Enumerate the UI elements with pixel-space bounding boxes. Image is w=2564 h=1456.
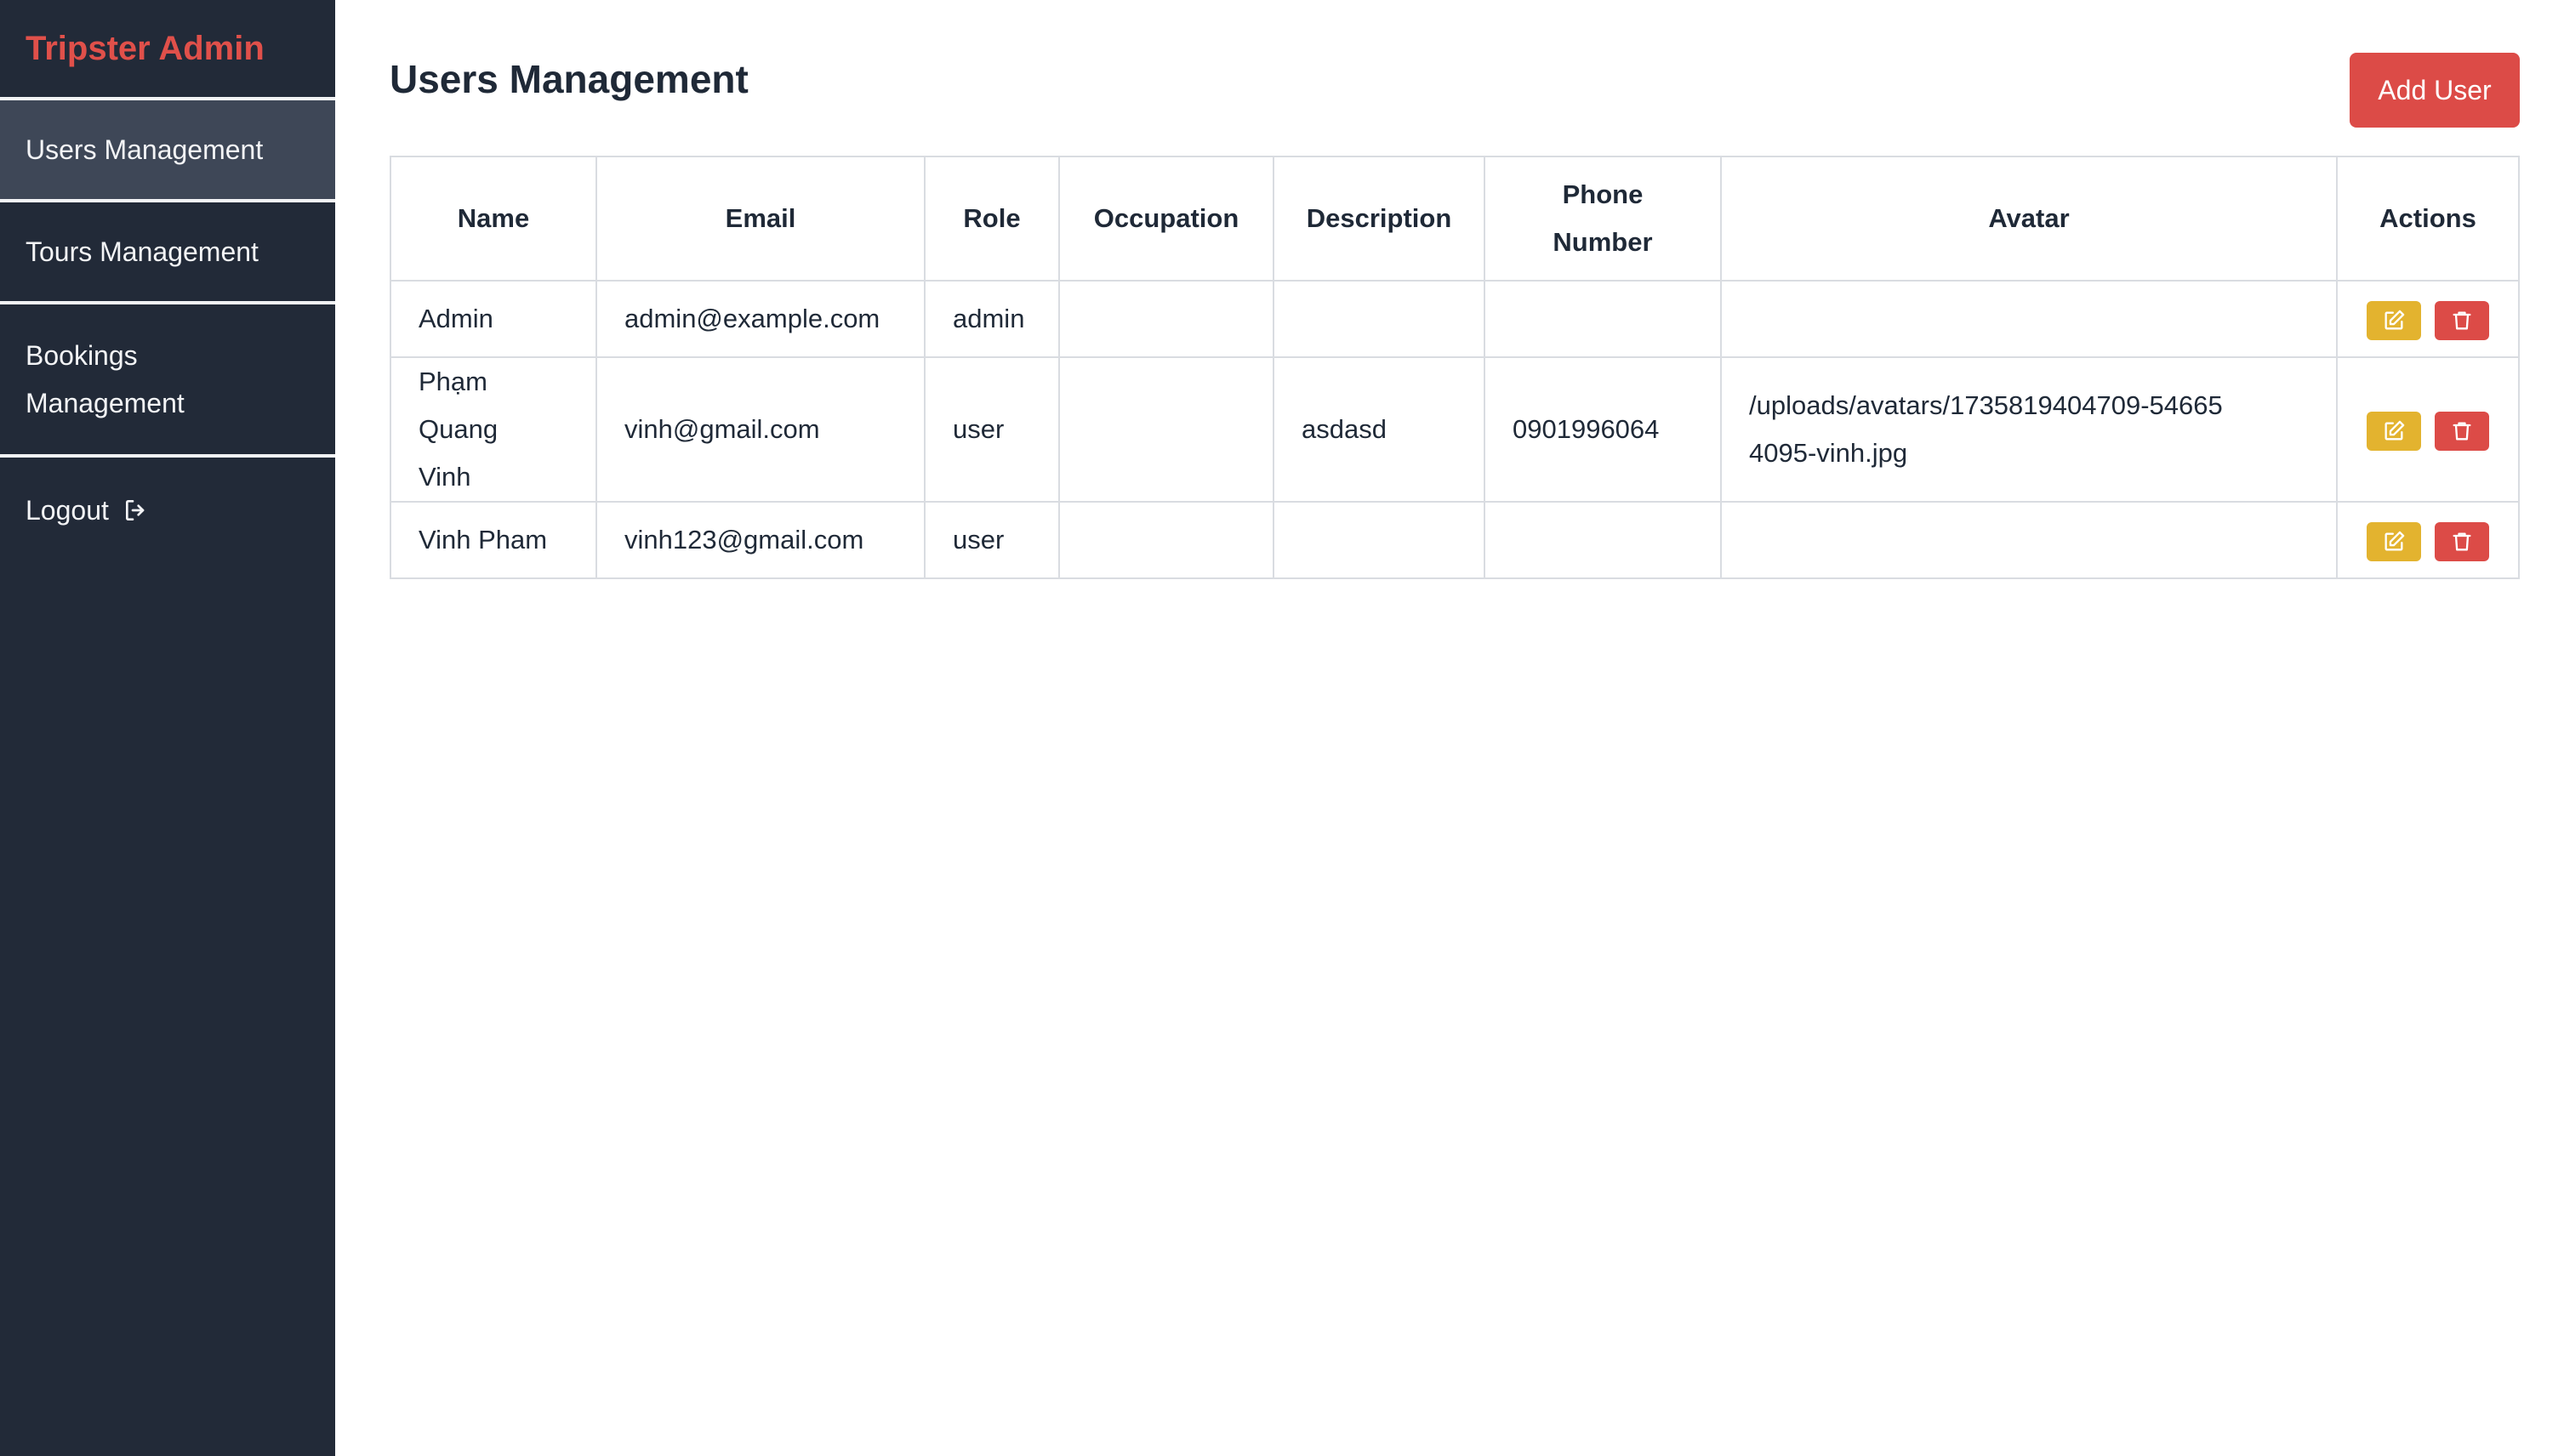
column-header-phone: Phone Number bbox=[1484, 156, 1722, 282]
sidebar-item-tours[interactable]: Tours Management bbox=[0, 202, 335, 304]
delete-button[interactable] bbox=[2435, 411, 2489, 451]
column-header-description: Description bbox=[1273, 156, 1485, 282]
cell-occupation bbox=[1058, 356, 1274, 503]
cell-email: vinh123@gmail.com bbox=[595, 501, 926, 579]
cell-description bbox=[1273, 501, 1485, 579]
delete-button[interactable] bbox=[2435, 521, 2489, 561]
column-header-role: Role bbox=[924, 156, 1060, 282]
column-header-actions: Actions bbox=[2336, 156, 2520, 282]
table-row: Phạm Quang Vinh vinh@gmail.com user asda… bbox=[390, 356, 2520, 503]
table-row: Admin admin@example.com admin bbox=[390, 280, 2520, 358]
cell-description: asdasd bbox=[1273, 356, 1485, 503]
cell-phone: 0901996064 bbox=[1484, 356, 1722, 503]
add-user-button[interactable]: Add User bbox=[2350, 53, 2520, 128]
edit-button[interactable] bbox=[2367, 300, 2421, 340]
cell-avatar bbox=[1720, 501, 2338, 579]
edit-icon bbox=[2385, 420, 2405, 441]
cell-occupation bbox=[1058, 501, 1274, 579]
cell-avatar bbox=[1720, 280, 2338, 358]
cell-phone bbox=[1484, 501, 1722, 579]
column-header-name: Name bbox=[390, 156, 597, 282]
app-root: Tripster Admin Users Management Tours Ma… bbox=[0, 0, 2564, 1456]
trash-icon bbox=[2453, 311, 2471, 330]
sidebar: Tripster Admin Users Management Tours Ma… bbox=[0, 0, 335, 1456]
edit-button[interactable] bbox=[2367, 521, 2421, 561]
cell-role: admin bbox=[924, 280, 1060, 358]
cell-actions bbox=[2336, 501, 2520, 579]
page-header: Users Management Add User bbox=[390, 53, 2520, 156]
brand-title: Tripster Admin bbox=[0, 0, 335, 100]
cell-actions bbox=[2336, 280, 2520, 358]
cell-occupation bbox=[1058, 280, 1274, 358]
cell-email: vinh@gmail.com bbox=[595, 356, 926, 503]
cell-phone bbox=[1484, 280, 1722, 358]
sidebar-item-label: Bookings Management bbox=[26, 340, 185, 418]
column-header-email: Email bbox=[595, 156, 926, 282]
users-table: Name Email Role Occupation Description P… bbox=[390, 156, 2520, 579]
cell-name: Admin bbox=[390, 280, 597, 358]
cell-name: Phạm Quang Vinh bbox=[390, 356, 597, 503]
delete-button[interactable] bbox=[2435, 300, 2489, 340]
cell-role: user bbox=[924, 501, 1060, 579]
sidebar-item-label: Tours Management bbox=[26, 236, 259, 267]
trash-icon bbox=[2453, 422, 2471, 441]
column-header-occupation: Occupation bbox=[1058, 156, 1274, 282]
table-row: Vinh Pham vinh123@gmail.com user bbox=[390, 501, 2520, 579]
page-title: Users Management bbox=[390, 57, 749, 101]
trash-icon bbox=[2453, 532, 2471, 551]
cell-avatar: /uploads/avatars/1735819404709-546654095… bbox=[1720, 356, 2338, 503]
sidebar-item-bookings[interactable]: Bookings Management bbox=[0, 304, 335, 458]
cell-email: admin@example.com bbox=[595, 280, 926, 358]
edit-icon bbox=[2385, 310, 2405, 330]
cell-actions bbox=[2336, 356, 2520, 503]
edit-button[interactable] bbox=[2367, 411, 2421, 451]
sidebar-item-label: Users Management bbox=[26, 134, 264, 165]
cell-description bbox=[1273, 280, 1485, 358]
edit-icon bbox=[2385, 531, 2405, 551]
main-content: Users Management Add User Name Email Rol… bbox=[335, 0, 2564, 1456]
sidebar-item-label: Logout bbox=[26, 495, 109, 526]
logout-icon bbox=[123, 497, 150, 524]
table-header-row: Name Email Role Occupation Description P… bbox=[390, 156, 2520, 282]
cell-name: Vinh Pham bbox=[390, 501, 597, 579]
cell-role: user bbox=[924, 356, 1060, 503]
sidebar-item-users[interactable]: Users Management bbox=[0, 100, 335, 202]
sidebar-item-logout[interactable]: Logout bbox=[0, 458, 335, 563]
column-header-avatar: Avatar bbox=[1720, 156, 2338, 282]
